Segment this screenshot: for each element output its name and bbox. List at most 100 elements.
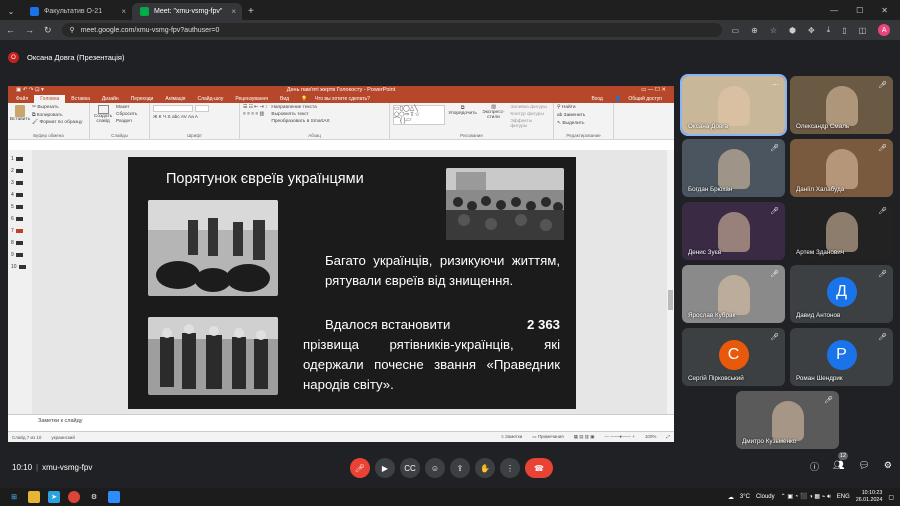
text-direction-button[interactable]: Направление текста	[271, 105, 329, 110]
ppt-tab-view[interactable]: Вид	[274, 95, 295, 103]
reload-icon[interactable]: ↻	[44, 25, 52, 36]
zoom-app-icon[interactable]	[108, 491, 120, 503]
url-field[interactable]: ⚲ meet.google.com/xmu-vsmg-fpv?authuser=…	[61, 23, 722, 37]
camera-icon[interactable]: ▭	[732, 26, 740, 35]
find-button[interactable]: ⚲ Найти	[557, 105, 610, 110]
participant-tile[interactable]: 🎤︎ Олександр Смаль	[790, 76, 893, 134]
notes-pane[interactable]: Заметки к слайду	[8, 414, 674, 431]
slide-thumbnail[interactable]: 6	[11, 216, 23, 222]
participant-tile[interactable]: 🎤︎ Денис Зуєв	[682, 202, 785, 260]
extension-icon[interactable]: ⬢	[789, 26, 796, 35]
clock[interactable]: 10:10:23 26.01.2024	[856, 490, 883, 504]
raise-hand-button[interactable]: ✋	[475, 458, 495, 478]
close-icon[interactable]: ×	[231, 7, 236, 16]
ppt-signin[interactable]: Вход	[585, 95, 608, 103]
cut-button[interactable]: ✂ Вырезать	[32, 105, 82, 110]
participant-tile[interactable]: 🎤︎ Даніїл Халабуда	[790, 139, 893, 197]
ppt-tell-me[interactable]: 💡 Что вы хотите сделать?	[295, 95, 382, 103]
back-icon[interactable]: ←	[6, 25, 15, 35]
slide-thumbnail[interactable]: 10	[11, 264, 26, 270]
slide-thumbnail[interactable]: 5	[11, 204, 23, 210]
slide-thumbnail[interactable]: 8	[11, 240, 23, 246]
ppt-tab-file[interactable]: Файл	[10, 95, 34, 103]
people-icon[interactable]: 👥︎	[833, 460, 844, 473]
reset-button[interactable]: Сбросить	[116, 112, 137, 117]
browser-tab-meet[interactable]: Meet: "xmu-vsmg-fpv" ×	[132, 3, 242, 20]
tab-search-icon[interactable]: ⌄	[0, 3, 22, 20]
present-button[interactable]: ⇪	[450, 458, 470, 478]
mic-off-button[interactable]: 🎤︎	[350, 458, 370, 478]
forward-icon[interactable]: →	[25, 25, 34, 35]
windows-start-icon[interactable]: ⊞	[8, 491, 20, 503]
ppt-tab-slideshow[interactable]: Слайд-шоу	[191, 95, 229, 103]
slide-thumbnail[interactable]: 4	[11, 192, 23, 198]
ppt-tab-review[interactable]: Рецензування	[229, 95, 274, 103]
comments-button[interactable]: ▭ Примечания	[532, 434, 564, 440]
sidepanel-icon[interactable]: ▯	[842, 26, 846, 35]
slide-thumbnail[interactable]: 2	[11, 168, 23, 174]
align-buttons[interactable]: ≡ ≡ ≡ ≡ ▥	[243, 112, 267, 117]
replace-button[interactable]: ab Заменить	[557, 113, 610, 118]
install-icon[interactable]: ⊕	[751, 26, 758, 35]
maximize-icon[interactable]: ☐	[856, 6, 863, 15]
select-button[interactable]: ↖ Выделить	[557, 121, 610, 126]
download-icon[interactable]: ⤓	[827, 25, 831, 35]
minimize-icon[interactable]: —	[830, 6, 838, 15]
language-indicator[interactable]: ENG	[837, 494, 850, 500]
align-text-button[interactable]: Выровнять текст	[271, 112, 329, 117]
tray-icons[interactable]: ⌃ ▣ ◔ ⬛ ◑ ▦ ⌁ 🔊︎	[781, 493, 831, 501]
ppt-tab-home[interactable]: Головна	[34, 95, 66, 103]
copy-button[interactable]: ⧉ Копировать	[32, 112, 82, 118]
settings-icon[interactable]: ⚙	[88, 491, 100, 503]
slide-thumbnail[interactable]: 1	[11, 156, 23, 162]
shapes-gallery[interactable]: ▭▯◯△╲ ⬠⬡⇨⇧☆ ⌒{ }▱	[393, 105, 445, 125]
notifications-icon[interactable]: ▢	[888, 494, 894, 501]
ppt-tab-design[interactable]: Дизайн	[96, 95, 125, 103]
shape-fill-button[interactable]: Заливка фигуры	[510, 105, 550, 110]
activities-icon[interactable]: ⚙	[884, 460, 892, 473]
close-window-icon[interactable]: ✕	[881, 6, 888, 15]
file-explorer-icon[interactable]	[28, 491, 40, 503]
new-tab-button[interactable]: +	[242, 3, 260, 20]
list-buttons[interactable]: ☰ ☷ ⇤ ⇥ ↕	[243, 105, 267, 110]
fit-slide-icon[interactable]: ⤢	[666, 434, 670, 440]
browser-tab-faculty[interactable]: Факультатив О-21 ×	[22, 3, 132, 20]
ppt-share[interactable]: 👤 Общий доступ	[609, 95, 674, 103]
participant-tile[interactable]: 🎤︎ Дмитро Кузьменко	[736, 391, 839, 449]
current-slide[interactable]: Порятунок євреїв українцями Багато украї…	[128, 157, 576, 409]
ppt-tab-insert[interactable]: Вставка	[65, 95, 96, 103]
participant-tile[interactable]: С 🎤︎ Сергій Пірковський	[682, 328, 785, 386]
font-name-field[interactable]	[153, 105, 193, 112]
chat-icon[interactable]: ◫	[859, 26, 867, 35]
chrome-icon[interactable]	[68, 491, 80, 503]
font-size-field[interactable]	[195, 105, 209, 112]
more-options-button[interactable]: ⋮	[500, 458, 520, 478]
chat-icon[interactable]: 💬︎	[858, 460, 869, 473]
telegram-icon[interactable]: ➤	[48, 491, 60, 503]
scroll-thumb[interactable]	[668, 290, 673, 310]
shape-effects-button[interactable]: Эффекты фигуры	[510, 119, 550, 129]
site-info-icon[interactable]: ⚲	[70, 26, 75, 34]
captions-button[interactable]: CC	[400, 458, 420, 478]
shape-outline-button[interactable]: Контур фигуры	[510, 112, 550, 117]
participant-tile[interactable]: Р 🎤︎ Роман Шендрик	[790, 328, 893, 386]
section-button[interactable]: Раздел	[116, 119, 137, 124]
format-painter-button[interactable]: 🖌 Формат по образцу	[32, 120, 82, 125]
profile-avatar[interactable]: A	[878, 24, 891, 36]
info-icon[interactable]: ⓘ	[810, 460, 819, 473]
slide-thumbnail[interactable]: 3	[11, 180, 23, 186]
emoji-button[interactable]: ☺	[425, 458, 445, 478]
leave-call-button[interactable]: ☎	[525, 458, 553, 478]
slide-thumbnail[interactable]: 7	[11, 228, 23, 234]
participant-tile[interactable]: 🎤︎ Богдан Брюхан	[682, 139, 785, 197]
puzzle-icon[interactable]: ✥	[808, 26, 815, 35]
vertical-scrollbar[interactable]	[667, 150, 674, 414]
close-icon[interactable]: ×	[121, 7, 126, 16]
zoom-slider[interactable]: — ——●—— +	[605, 434, 635, 440]
font-format-buttons[interactable]: Ж К Ч S abc AV Aa A	[153, 115, 236, 120]
view-buttons[interactable]: ▦ ▤ ▥ ▣	[574, 434, 595, 440]
layout-button[interactable]: Макет	[116, 105, 137, 110]
notes-button[interactable]: ≡ Заметки	[501, 434, 522, 440]
weather-icon[interactable]: ☁	[728, 494, 734, 501]
ppt-tab-animations[interactable]: Анімація	[159, 95, 191, 103]
